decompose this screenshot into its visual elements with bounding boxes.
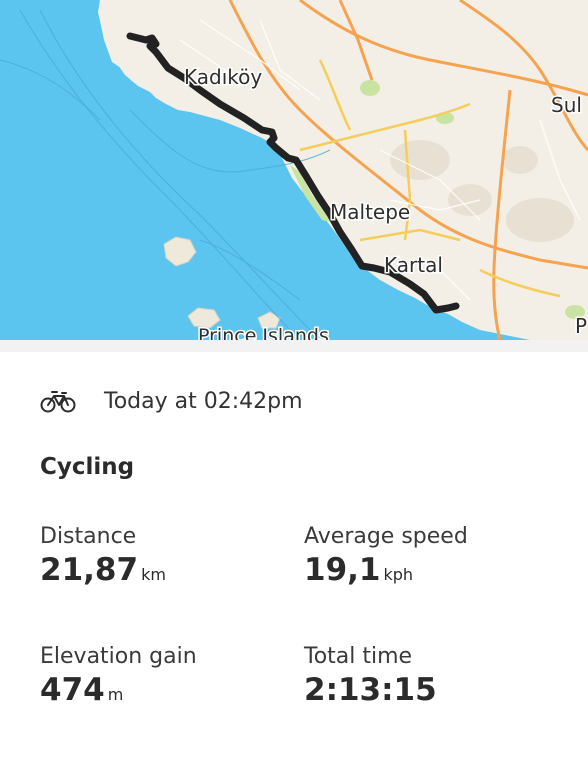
stat-label: Average speed <box>304 524 468 549</box>
activity-time: Today at 02:42pm <box>104 388 303 414</box>
map-label-kadikoy: Kadıköy <box>184 65 262 89</box>
stat-unit: km <box>141 565 166 584</box>
activity-header: Today at 02:42pm <box>40 383 303 419</box>
stat-distance: Distance 21,87 km <box>40 524 166 586</box>
stat-label: Distance <box>40 524 137 549</box>
section-divider <box>0 340 588 352</box>
map-label-sul: Sul <box>551 93 582 117</box>
stat-unit: m <box>107 685 124 704</box>
stat-unit: kph <box>383 565 414 584</box>
activity-type: Cycling <box>40 454 135 480</box>
stat-total-time: Total time 2:13:15 <box>304 644 440 706</box>
stat-label: Elevation gain <box>40 644 197 669</box>
stat-average-speed: Average speed 19,1 kph <box>304 524 468 586</box>
map-label-maltepe: Maltepe <box>330 200 410 224</box>
bicycle-icon <box>40 389 76 413</box>
stat-number: 21,87 <box>40 552 139 588</box>
map-canvas[interactable]: Kadıköy Maltepe Kartal Sul Prince Island… <box>0 0 588 340</box>
route-map[interactable]: Kadıköy Maltepe Kartal Sul Prince Island… <box>0 0 588 340</box>
stat-number: 2:13:15 <box>304 672 437 708</box>
stat-value: 21,87 km <box>40 555 166 586</box>
stat-value: 2:13:15 <box>304 675 440 706</box>
stat-value: 474 m <box>40 675 197 706</box>
stat-number: 19,1 <box>304 552 381 588</box>
map-label-prince-islands: Prince Islands <box>198 325 329 340</box>
map-label-kartal: Kartal <box>384 253 443 277</box>
stat-elevation-gain: Elevation gain 474 m <box>40 644 197 706</box>
map-label-p: P <box>575 314 587 338</box>
stat-number: 474 <box>40 672 105 708</box>
stat-value: 19,1 kph <box>304 555 468 586</box>
stat-label: Total time <box>304 644 413 669</box>
